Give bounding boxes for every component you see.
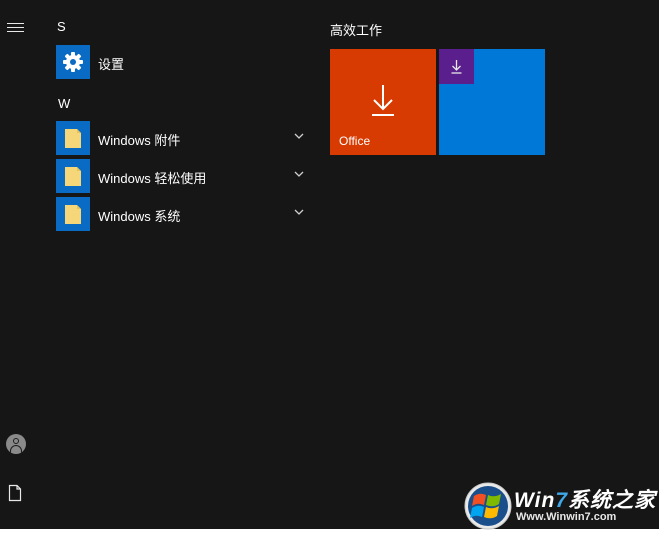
app-item-settings[interactable]: 设置 xyxy=(56,45,312,79)
app-item-windows-system[interactable]: Windows 系统 xyxy=(56,197,312,231)
tile-small-download[interactable] xyxy=(439,49,474,84)
windows-logo-icon xyxy=(464,482,512,530)
download-arrow-icon xyxy=(451,60,462,74)
watermark: Win7系统之家 Www.Winwin7.com xyxy=(462,480,658,530)
section-header-s[interactable]: S xyxy=(57,19,66,34)
chevron-down-icon[interactable] xyxy=(292,129,306,143)
download-arrow-icon xyxy=(372,85,394,116)
folder-icon xyxy=(65,205,81,224)
watermark-brand: Win7系统之家 xyxy=(514,489,656,512)
section-header-w[interactable]: W xyxy=(58,96,70,111)
start-rail xyxy=(0,0,32,529)
chevron-down-icon[interactable] xyxy=(292,205,306,219)
app-item-label: Windows 系统 xyxy=(98,209,181,224)
app-icon-tile xyxy=(56,45,90,79)
app-item-label: Windows 附件 xyxy=(98,133,181,148)
hamburger-menu-icon[interactable] xyxy=(7,20,25,36)
start-menu: S 设置 W Windows 附件 Windows 轻松使用 Windows 系… xyxy=(0,0,659,530)
tile-label: Office xyxy=(339,134,371,148)
app-icon-tile xyxy=(56,121,90,155)
tile-group-title[interactable]: 高效工作 xyxy=(330,20,382,39)
gear-icon xyxy=(63,52,83,72)
app-item-label: 设置 xyxy=(98,57,125,72)
app-item-windows-ease-of-access[interactable]: Windows 轻松使用 xyxy=(56,159,312,193)
app-icon-tile xyxy=(56,197,90,231)
watermark-url: Www.Winwin7.com xyxy=(516,511,617,523)
app-icon-tile xyxy=(56,159,90,193)
user-avatar-icon[interactable] xyxy=(6,434,26,454)
document-icon[interactable] xyxy=(8,484,22,502)
folder-icon xyxy=(65,167,81,186)
tile-office[interactable]: Office xyxy=(330,49,436,155)
chevron-down-icon[interactable] xyxy=(292,167,306,181)
app-item-windows-accessories[interactable]: Windows 附件 xyxy=(56,121,312,155)
app-item-label: Windows 轻松使用 xyxy=(98,171,207,186)
folder-icon xyxy=(65,129,81,148)
